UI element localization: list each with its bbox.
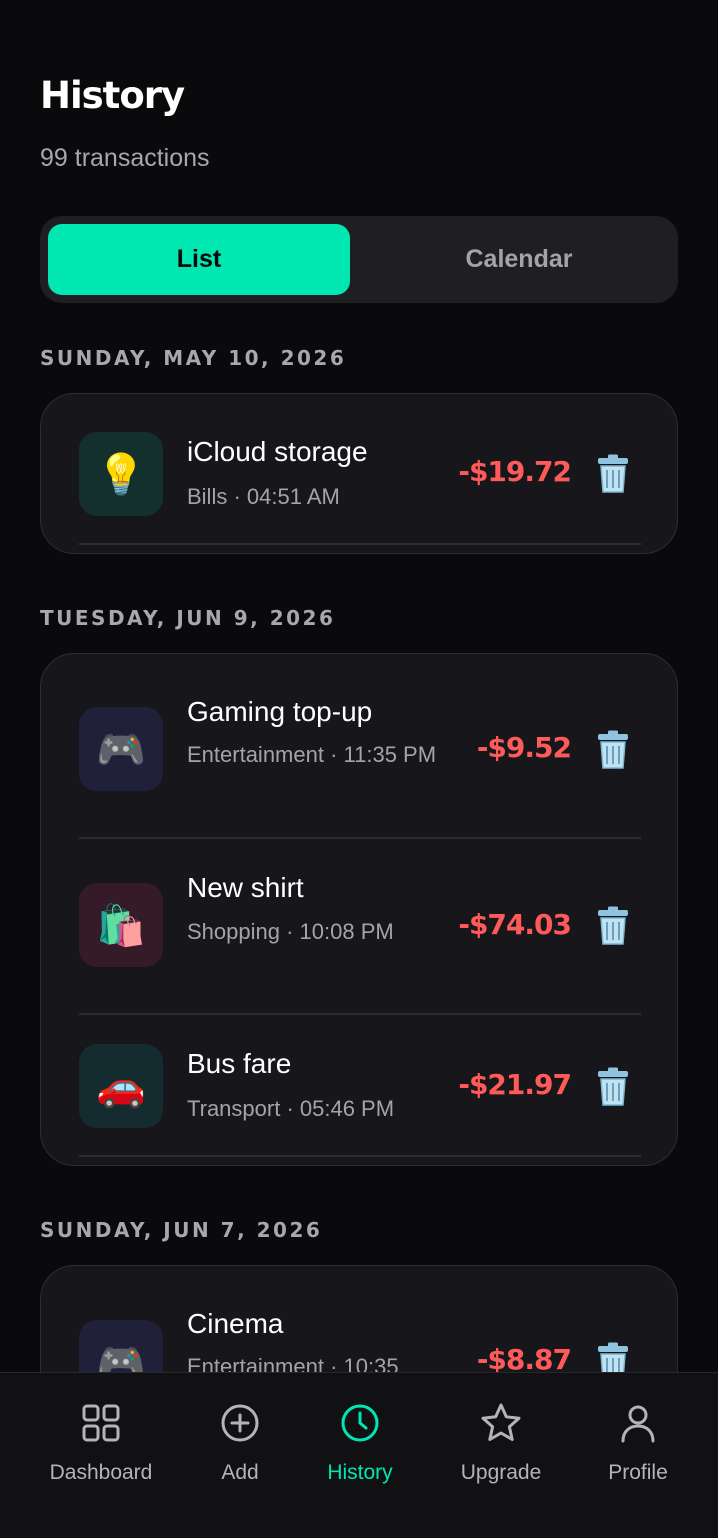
transaction-amount: -$19.72	[458, 455, 572, 488]
date-header: TUESDAY, JUN 9, 2026	[40, 606, 336, 630]
car-icon: 🚗	[79, 1044, 163, 1128]
nav-profile[interactable]: Profile	[568, 1401, 708, 1485]
transaction-title: Gaming top-up	[187, 696, 373, 727]
transaction-title: New shirt	[187, 872, 304, 903]
trash-icon[interactable]	[595, 1067, 631, 1107]
calendar-view-button[interactable]: Calendar	[368, 224, 670, 295]
transaction-amount: -$9.52	[476, 731, 572, 764]
nav-history[interactable]: History	[290, 1401, 430, 1485]
nav-label: Upgrade	[460, 1461, 542, 1484]
plus-circle-icon	[221, 1404, 259, 1442]
transaction-amount: -$74.03	[458, 908, 572, 941]
grid-icon	[82, 1404, 120, 1442]
lightbulb-icon: 💡	[79, 432, 163, 516]
shopping-bags-icon: 🛍️	[79, 883, 163, 967]
date-header: SUNDAY, JUN 7, 2026	[40, 1218, 323, 1242]
transaction-row[interactable]: 🛍️ New shirt Shopping · 10:08 PM -$74.03	[41, 838, 677, 1014]
nav-label: Add	[221, 1461, 259, 1484]
nav-add[interactable]: Add	[170, 1401, 310, 1485]
trash-icon[interactable]	[595, 454, 631, 494]
star-icon	[481, 1403, 521, 1441]
transaction-row[interactable]: 🎮 Gaming top-up Entertainment · 11:35 PM…	[41, 654, 677, 838]
transaction-title: Cinema	[187, 1308, 284, 1339]
transaction-group-card: 💡 iCloud storage Bills · 04:51 AM -$19.7…	[40, 393, 678, 554]
nav-label: Profile	[608, 1461, 668, 1484]
view-toggle: List Calendar	[40, 216, 678, 303]
game-controller-icon: 🎮	[79, 707, 163, 791]
transaction-title: Bus fare	[187, 1048, 292, 1079]
bottom-nav: Dashboard Add History Upgrade Profile	[0, 1372, 718, 1538]
trash-icon[interactable]	[595, 730, 631, 770]
transaction-amount: -$21.97	[458, 1068, 572, 1101]
nav-label: Dashboard	[49, 1461, 153, 1484]
nav-upgrade[interactable]: Upgrade	[431, 1401, 571, 1485]
trash-icon[interactable]	[595, 906, 631, 946]
transaction-row[interactable]: 🚗 Bus fare Transport · 05:46 PM -$21.97	[41, 1014, 677, 1156]
page-title: History	[40, 74, 185, 117]
row-divider	[79, 543, 641, 545]
nav-dashboard[interactable]: Dashboard	[31, 1401, 171, 1485]
transaction-subtitle: Entertainment · 11:35 PM	[187, 742, 437, 767]
transaction-group-card: 🎮 Gaming top-up Entertainment · 11:35 PM…	[40, 653, 678, 1166]
transaction-subtitle: Bills · 04:51 AM	[187, 484, 340, 509]
transaction-count: 99 transactions	[40, 144, 210, 172]
clock-icon	[341, 1404, 379, 1442]
user-icon	[621, 1405, 655, 1443]
transaction-row[interactable]: 💡 iCloud storage Bills · 04:51 AM -$19.7…	[41, 394, 677, 544]
row-divider	[79, 1155, 641, 1157]
nav-label: History	[327, 1461, 393, 1484]
transaction-subtitle: Transport · 05:46 PM	[187, 1096, 395, 1121]
date-header: SUNDAY, MAY 10, 2026	[40, 346, 347, 370]
transaction-title: iCloud storage	[187, 436, 368, 467]
transaction-subtitle: Shopping · 10:08 PM	[187, 919, 394, 944]
list-view-button[interactable]: List	[48, 224, 350, 295]
